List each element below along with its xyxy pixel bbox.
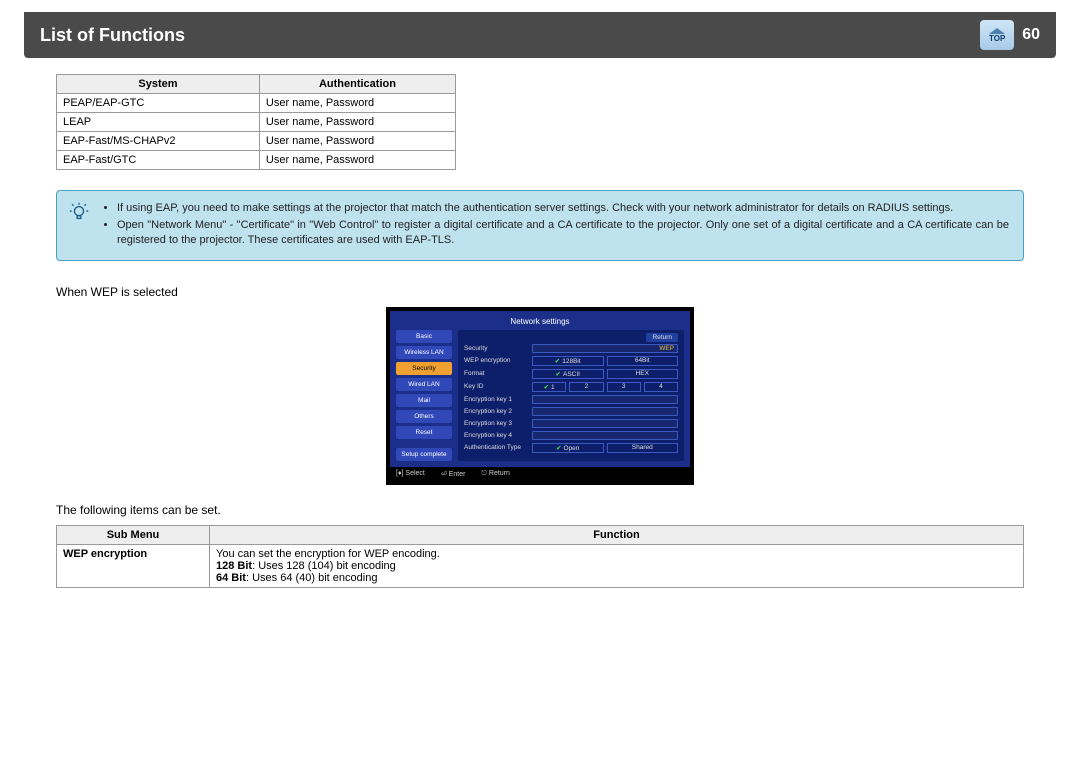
opt-open[interactable]: ✔Open: [532, 443, 604, 453]
pu-main: Return Security WEP WEP encryption ✔128B…: [458, 330, 684, 461]
sidebar-item-wired[interactable]: Wired LAN: [396, 378, 452, 391]
enc-key-1[interactable]: [532, 395, 678, 404]
func-desc: You can set the encryption for WEP encod…: [210, 544, 1024, 587]
opt-64bit[interactable]: 64Bit: [607, 356, 679, 366]
opt-ascii[interactable]: ✔ASCII: [532, 369, 604, 379]
projector-screenshot: Network settings Basic Wireless LAN Secu…: [56, 307, 1024, 485]
following-text: The following items can be set.: [56, 503, 1024, 517]
tip-bulb-icon: [67, 201, 91, 250]
info-item: Open "Network Menu" - "Certificate" in "…: [117, 218, 1009, 248]
opt-shared[interactable]: Shared: [607, 443, 679, 453]
pu-title: Network settings: [396, 317, 684, 326]
func-col-sub: Sub Menu: [57, 525, 210, 544]
top-label: TOP: [989, 34, 1005, 43]
sidebar-item-security[interactable]: Security: [396, 362, 452, 375]
page-title: List of Functions: [40, 25, 185, 46]
opt-key1[interactable]: ✔1: [532, 382, 566, 392]
sidebar-item-complete[interactable]: Setup complete: [396, 448, 452, 461]
sidebar-item-basic[interactable]: Basic: [396, 330, 452, 343]
table-row: WEP encryption You can set the encryptio…: [57, 544, 1024, 587]
enc-key-3[interactable]: [532, 419, 678, 428]
page-number: 60: [1022, 26, 1040, 44]
table-row: EAP-Fast/GTC User name, Password: [57, 151, 456, 170]
pu-sidebar: Basic Wireless LAN Security Wired LAN Ma…: [396, 330, 452, 461]
enc-key-4[interactable]: [532, 431, 678, 440]
opt-key3[interactable]: 3: [607, 382, 641, 392]
info-callout: If using EAP, you need to make settings …: [56, 190, 1024, 261]
wep-heading: When WEP is selected: [56, 285, 1024, 299]
opt-key2[interactable]: 2: [569, 382, 603, 392]
sidebar-item-wireless[interactable]: Wireless LAN: [396, 346, 452, 359]
page-header: List of Functions TOP 60: [24, 12, 1056, 58]
function-table: Sub Menu Function WEP encryption You can…: [56, 525, 1024, 588]
func-col-func: Function: [210, 525, 1024, 544]
table-row: LEAP User name, Password: [57, 113, 456, 132]
auth-table: System Authentication PEAP/EAP-GTC User …: [56, 74, 456, 170]
sidebar-item-mail[interactable]: Mail: [396, 394, 452, 407]
info-item: If using EAP, you need to make settings …: [117, 201, 1009, 216]
header-right: TOP 60: [980, 20, 1040, 50]
sidebar-item-reset[interactable]: Reset: [396, 426, 452, 439]
opt-128bit[interactable]: ✔128Bit: [532, 356, 604, 366]
table-row: EAP-Fast/MS-CHAPv2 User name, Password: [57, 132, 456, 151]
sidebar-item-others[interactable]: Others: [396, 410, 452, 423]
func-sub: WEP encryption: [57, 544, 210, 587]
opt-key4[interactable]: 4: [644, 382, 678, 392]
security-value[interactable]: WEP: [532, 344, 678, 353]
opt-hex[interactable]: HEX: [607, 369, 679, 379]
top-home-icon[interactable]: TOP: [980, 20, 1014, 50]
page-content: System Authentication PEAP/EAP-GTC User …: [0, 58, 1080, 608]
enc-key-2[interactable]: [532, 407, 678, 416]
table-row: PEAP/EAP-GTC User name, Password: [57, 94, 456, 113]
auth-col-auth: Authentication: [259, 75, 455, 94]
pu-return[interactable]: Return: [464, 334, 678, 341]
auth-col-system: System: [57, 75, 260, 94]
pu-footer: [♦] Select ⏎ Enter ⎋ Return: [390, 467, 690, 481]
info-list: If using EAP, you need to make settings …: [101, 201, 1009, 250]
